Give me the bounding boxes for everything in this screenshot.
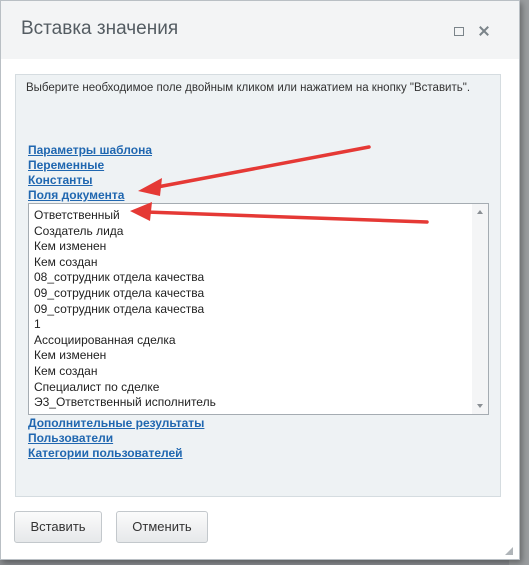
list-item[interactable]: Кем изменен [34,239,106,253]
dialog-title: Вставка значения [21,18,179,39]
scroll-down-icon[interactable] [477,404,483,408]
close-icon[interactable] [477,24,491,38]
list-item[interactable]: Кем создан [34,364,97,378]
link-variables[interactable]: Переменные [28,158,104,172]
list-item[interactable]: Э3_Ответственный исполнитель [34,395,216,409]
list-item[interactable]: Ассоциированная сделка [34,333,176,347]
list-item[interactable]: Ответственный [34,208,120,222]
list-item[interactable]: Кем создан [34,255,97,269]
dialog-titlebar[interactable]: Вставка значения [1,1,519,59]
dialog-content: Выберите необходимое поле двойным кликом… [15,74,501,497]
link-additional-results[interactable]: Дополнительные результаты [28,416,204,430]
list-item[interactable]: 1 [34,317,41,331]
instruction-text: Выберите необходимое поле двойным кликом… [26,82,471,94]
list-item[interactable]: Специалист по сделке [34,380,159,394]
list-item[interactable]: Кем изменен [34,348,106,362]
insert-value-dialog: Вставка значения Выберите необходимое по… [0,0,520,560]
maximize-icon[interactable] [452,24,466,38]
link-users[interactable]: Пользователи [28,431,113,445]
scroll-up-icon[interactable] [477,210,483,214]
listbox-scrollbar[interactable] [472,204,488,414]
list-item[interactable]: 09_сотрудник отдела качества [34,302,204,316]
cancel-button[interactable]: Отменить [116,511,208,543]
insert-button[interactable]: Вставить [14,511,102,543]
link-constants[interactable]: Константы [28,173,93,187]
link-template-parameters[interactable]: Параметры шаблона [28,143,152,157]
link-document-fields[interactable]: Поля документа [28,188,124,202]
list-item[interactable]: 09_сотрудник отдела качества [34,286,204,300]
list-item[interactable]: 08_сотрудник отдела качества [34,270,204,284]
link-user-categories[interactable]: Категории пользователей [28,446,183,460]
resize-grip-icon[interactable] [503,545,513,555]
document-fields-listbox[interactable]: Ответственный Создатель лида Кем изменен… [28,203,489,415]
list-item[interactable]: Создатель лида [34,224,123,238]
